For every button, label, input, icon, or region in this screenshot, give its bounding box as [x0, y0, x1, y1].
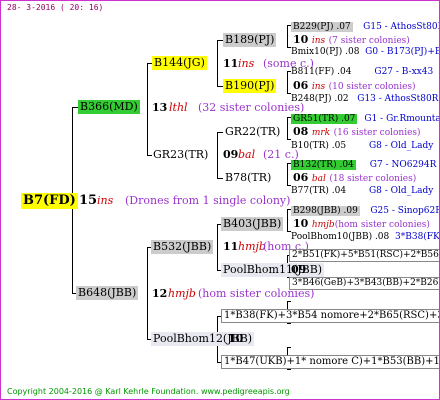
queen-b532[interactable]: B532(JBB)	[151, 240, 214, 254]
tree-line	[287, 117, 288, 139]
gp-b189-info: 10 ins (7 sister colonies)	[293, 33, 410, 46]
tree-line	[147, 155, 152, 156]
date-header: 28- 3-2016 ( 20: 16)	[7, 3, 104, 12]
gr23-number: 09	[223, 148, 239, 161]
tree-line	[217, 178, 223, 179]
gp-bmix10: Bmix10(PJ) .08 G0 - B173(PJ)+B2	[291, 47, 440, 57]
tree-line	[287, 139, 291, 140]
upper-insem: lthl	[169, 101, 188, 114]
b532-number: 11	[223, 240, 239, 253]
tree-line	[287, 323, 291, 324]
pool11-father-mix: 2*B51(FK)+5*B51(RSC)+2*B56(RS	[289, 249, 439, 262]
b532-insem: hmjb	[238, 240, 266, 253]
gp-b77: B77(TR) .04 G8 - Old_Lady	[291, 186, 434, 196]
queen-b78[interactable]: B78(TR)	[225, 171, 271, 185]
pool11-mother-mix: 3*B46(GeB)+3*B43(BB)+2*B26(A	[289, 277, 439, 290]
queen-b190[interactable]: B190(PJ)	[223, 79, 277, 93]
queen-b144[interactable]: B144(JG)	[152, 56, 207, 70]
tree-line	[287, 209, 288, 231]
tree-line	[217, 40, 218, 86]
tree-line	[147, 63, 148, 155]
root-insem: ins	[97, 194, 114, 207]
tree-line	[287, 163, 288, 185]
gp-b811: B811(FF) .04 G27 - B-xx43	[291, 67, 434, 77]
queen-b648[interactable]: B648(JBB)	[76, 286, 139, 300]
queen-gr22[interactable]: GR22(TR)	[225, 125, 280, 139]
gp-b190-info: 06 ins (10 sister colonies)	[293, 79, 416, 92]
tree-line	[217, 224, 218, 270]
gp-gr51: GR51(TR) .07 G1 - Gr.Rmounta	[291, 114, 440, 124]
tree-line	[287, 25, 288, 47]
b144-number: 11	[223, 57, 239, 70]
gp-gr22-info: 08 mrk (16 sister colonies)	[293, 125, 421, 138]
gp-poolbhom10: PoolBhom10(JBB) .08 3*B38(FK)+3	[291, 232, 440, 242]
lower-insem: hmjb	[168, 287, 196, 300]
queen-b366[interactable]: B366(MD)	[78, 100, 140, 114]
pool12-father-mix: 1*B38(FK)+3*B54 nomore+2*B65(RSC)+3*B29	[221, 309, 439, 323]
gp-b132: B132(TR) .04 G7 - NO6294R	[291, 160, 437, 170]
gr23-insem: bal	[238, 148, 256, 161]
root-queen[interactable]: B7(FD)	[21, 193, 78, 209]
gp-b403-info: 10 hmjb(hom sister colonies)	[293, 217, 430, 230]
gp-b248: B248(PJ) .02 G13 - AthosSt80R	[291, 94, 439, 104]
tree-line	[147, 247, 148, 339]
lower-number: 12	[152, 287, 168, 300]
pool12-mother-mix: 1*B47(UKB)+1* nomore C)+1*B53(BB)+1*A	[221, 355, 439, 369]
tree-line	[217, 132, 218, 178]
tree-line	[217, 132, 223, 133]
copyright-footer: Copyright 2004-2016 @ Karl Kehrle Founda…	[7, 387, 290, 396]
gp-b10: B10(TR) .05 G8 - Old_Lady	[291, 141, 434, 151]
upper-desc: (32 sister colonies)	[198, 101, 305, 114]
pool12-number: 10	[228, 332, 244, 345]
gp-b229: B229(PJ) .07 G15 - AthosSt80R	[291, 22, 440, 32]
gp-b298: B298(JBB) .09 G25 - Sinop62R	[291, 206, 440, 216]
root-number: 15	[79, 193, 98, 208]
pedigree-page: { "header": { "date": "28- 3-2016 ( 20: …	[0, 0, 440, 400]
tree-line	[287, 369, 291, 370]
queen-b189[interactable]: B189(PJ)	[223, 33, 277, 47]
b144-insem: ins	[238, 57, 255, 70]
pool11-number: 09	[291, 263, 307, 276]
upper-number: 13	[152, 101, 168, 114]
queen-b403[interactable]: B403(JBB)	[221, 217, 284, 231]
queen-gr23[interactable]: GR23(TR)	[153, 148, 208, 162]
tree-line	[287, 301, 291, 302]
gp-b78-info: 06 bal (18 sister colonies)	[293, 171, 417, 184]
tree-line	[287, 347, 291, 348]
root-desc: (Drones from 1 single colony)	[125, 194, 291, 207]
pool-bhom11[interactable]: PoolBhom11(JBB)	[221, 263, 325, 277]
tree-line	[287, 71, 288, 93]
